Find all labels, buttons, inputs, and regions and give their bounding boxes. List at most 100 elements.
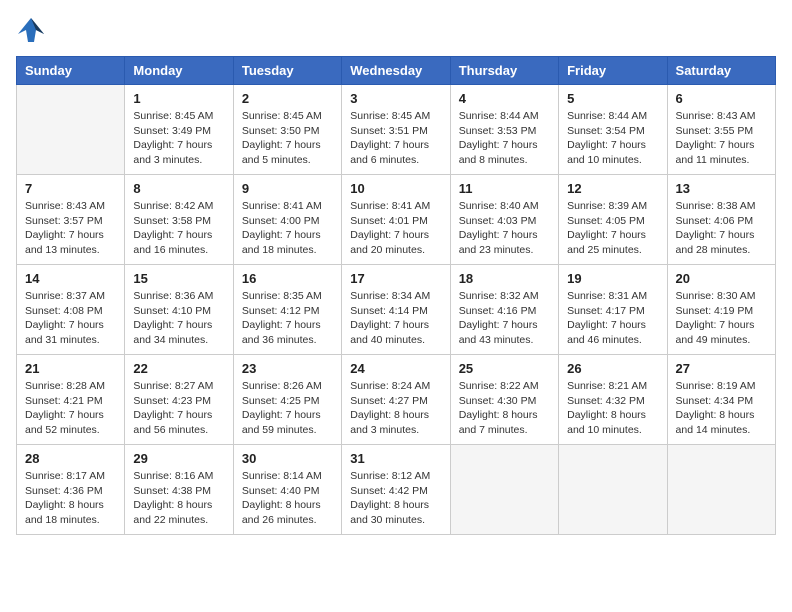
calendar-cell: 19Sunrise: 8:31 AM Sunset: 4:17 PM Dayli… [559,265,667,355]
day-number: 6 [676,91,767,106]
logo-icon [16,16,46,44]
week-row-2: 7 Sunrise: 8:43 AM Sunset: 3:57 PM Daylig… [17,175,776,265]
week-row-5: 28Sunrise: 8:17 AM Sunset: 4:36 PM Dayli… [17,445,776,535]
calendar-cell: 18 Sunrise: 8:32 AM Sunset: 4:16 PM Dayli… [450,265,558,355]
day-info: Sunrise: 8:24 AM Sunset: 4:27 PM Dayligh… [350,379,441,438]
calendar-cell [450,445,558,535]
day-number: 17 [350,271,441,286]
calendar-cell: 9 Sunrise: 8:41 AM Sunset: 4:00 PM Daylig… [233,175,341,265]
day-number: 1 [133,91,224,106]
day-info: Sunrise: 8:43 AM Sunset: 3:55 PM Dayligh… [676,109,767,168]
calendar-cell: 15 Sunrise: 8:36 AM Sunset: 4:10 PM Dayli… [125,265,233,355]
day-number: 23 [242,361,333,376]
day-number: 18 [459,271,550,286]
day-number: 27 [676,361,767,376]
day-info: Sunrise: 8:37 AM Sunset: 4:08 PM Dayligh… [25,289,116,348]
day-number: 19 [567,271,658,286]
weekday-header-tuesday: Tuesday [233,57,341,85]
day-number: 26 [567,361,658,376]
day-info: Sunrise: 8:34 AM Sunset: 4:14 PM Dayligh… [350,289,441,348]
page-header [16,16,776,44]
calendar-cell: 12 Sunrise: 8:39 AM Sunset: 4:05 PM Dayli… [559,175,667,265]
calendar-cell: 31 Sunrise: 8:12 AM Sunset: 4:42 PM Dayli… [342,445,450,535]
day-info: Sunrise: 8:38 AM Sunset: 4:06 PM Dayligh… [676,199,767,258]
calendar-cell: 24 Sunrise: 8:24 AM Sunset: 4:27 PM Dayli… [342,355,450,445]
weekday-header-sunday: Sunday [17,57,125,85]
day-number: 13 [676,181,767,196]
day-number: 10 [350,181,441,196]
day-number: 14 [25,271,116,286]
day-number: 16 [242,271,333,286]
day-number: 21 [25,361,116,376]
week-row-1: 1 Sunrise: 8:45 AM Sunset: 3:49 PM Daylig… [17,85,776,175]
calendar-cell: 25Sunrise: 8:22 AM Sunset: 4:30 PM Dayli… [450,355,558,445]
calendar-cell [667,445,775,535]
day-info: Sunrise: 8:42 AM Sunset: 3:58 PM Dayligh… [133,199,224,258]
calendar-cell: 20 Sunrise: 8:30 AM Sunset: 4:19 PM Dayli… [667,265,775,355]
day-number: 7 [25,181,116,196]
day-info: Sunrise: 8:12 AM Sunset: 4:42 PM Dayligh… [350,469,441,528]
day-info: Sunrise: 8:36 AM Sunset: 4:10 PM Dayligh… [133,289,224,348]
week-row-4: 21 Sunrise: 8:28 AM Sunset: 4:21 PM Dayli… [17,355,776,445]
calendar-cell: 17 Sunrise: 8:34 AM Sunset: 4:14 PM Dayli… [342,265,450,355]
calendar-table: SundayMondayTuesdayWednesdayThursdayFrid… [16,56,776,535]
calendar-cell: 10 Sunrise: 8:41 AM Sunset: 4:01 PM Dayli… [342,175,450,265]
weekday-header-saturday: Saturday [667,57,775,85]
day-info: Sunrise: 8:39 AM Sunset: 4:05 PM Dayligh… [567,199,658,258]
day-number: 22 [133,361,224,376]
day-info: Sunrise: 8:40 AM Sunset: 4:03 PM Dayligh… [459,199,550,258]
calendar-cell [17,85,125,175]
day-number: 5 [567,91,658,106]
weekday-header-friday: Friday [559,57,667,85]
calendar-cell: 7 Sunrise: 8:43 AM Sunset: 3:57 PM Daylig… [17,175,125,265]
calendar-cell: 13 Sunrise: 8:38 AM Sunset: 4:06 PM Dayli… [667,175,775,265]
day-info: Sunrise: 8:16 AM Sunset: 4:38 PM Dayligh… [133,469,224,528]
day-info: Sunrise: 8:21 AM Sunset: 4:32 PM Dayligh… [567,379,658,438]
weekday-header-wednesday: Wednesday [342,57,450,85]
calendar-cell: 27 Sunrise: 8:19 AM Sunset: 4:34 PM Dayli… [667,355,775,445]
day-info: Sunrise: 8:22 AM Sunset: 4:30 PM Dayligh… [459,379,550,438]
calendar-cell: 29Sunrise: 8:16 AM Sunset: 4:38 PM Dayli… [125,445,233,535]
day-info: Sunrise: 8:27 AM Sunset: 4:23 PM Dayligh… [133,379,224,438]
day-info: Sunrise: 8:41 AM Sunset: 4:01 PM Dayligh… [350,199,441,258]
day-info: Sunrise: 8:32 AM Sunset: 4:16 PM Dayligh… [459,289,550,348]
calendar-cell: 30 Sunrise: 8:14 AM Sunset: 4:40 PM Dayli… [233,445,341,535]
calendar-cell: 6 Sunrise: 8:43 AM Sunset: 3:55 PM Daylig… [667,85,775,175]
weekday-header-thursday: Thursday [450,57,558,85]
day-info: Sunrise: 8:17 AM Sunset: 4:36 PM Dayligh… [25,469,116,528]
calendar-cell: 14 Sunrise: 8:37 AM Sunset: 4:08 PM Dayli… [17,265,125,355]
calendar-cell: 28Sunrise: 8:17 AM Sunset: 4:36 PM Dayli… [17,445,125,535]
calendar-cell [559,445,667,535]
day-number: 15 [133,271,224,286]
day-number: 12 [567,181,658,196]
day-info: Sunrise: 8:19 AM Sunset: 4:34 PM Dayligh… [676,379,767,438]
calendar-cell: 21 Sunrise: 8:28 AM Sunset: 4:21 PM Dayli… [17,355,125,445]
day-number: 20 [676,271,767,286]
day-number: 8 [133,181,224,196]
day-info: Sunrise: 8:41 AM Sunset: 4:00 PM Dayligh… [242,199,333,258]
weekday-header-row: SundayMondayTuesdayWednesdayThursdayFrid… [17,57,776,85]
weekday-header-monday: Monday [125,57,233,85]
day-number: 31 [350,451,441,466]
day-info: Sunrise: 8:45 AM Sunset: 3:49 PM Dayligh… [133,109,224,168]
calendar-cell: 3 Sunrise: 8:45 AM Sunset: 3:51 PM Daylig… [342,85,450,175]
day-number: 30 [242,451,333,466]
day-number: 9 [242,181,333,196]
day-info: Sunrise: 8:26 AM Sunset: 4:25 PM Dayligh… [242,379,333,438]
day-info: Sunrise: 8:44 AM Sunset: 3:53 PM Dayligh… [459,109,550,168]
day-number: 11 [459,181,550,196]
calendar-cell: 5 Sunrise: 8:44 AM Sunset: 3:54 PM Daylig… [559,85,667,175]
calendar-cell: 26 Sunrise: 8:21 AM Sunset: 4:32 PM Dayli… [559,355,667,445]
day-info: Sunrise: 8:14 AM Sunset: 4:40 PM Dayligh… [242,469,333,528]
calendar-cell: 4Sunrise: 8:44 AM Sunset: 3:53 PM Daylig… [450,85,558,175]
calendar-cell: 22 Sunrise: 8:27 AM Sunset: 4:23 PM Dayli… [125,355,233,445]
day-info: Sunrise: 8:45 AM Sunset: 3:51 PM Dayligh… [350,109,441,168]
day-number: 3 [350,91,441,106]
day-info: Sunrise: 8:28 AM Sunset: 4:21 PM Dayligh… [25,379,116,438]
day-info: Sunrise: 8:45 AM Sunset: 3:50 PM Dayligh… [242,109,333,168]
day-number: 24 [350,361,441,376]
day-info: Sunrise: 8:44 AM Sunset: 3:54 PM Dayligh… [567,109,658,168]
day-info: Sunrise: 8:43 AM Sunset: 3:57 PM Dayligh… [25,199,116,258]
calendar-cell: 11 Sunrise: 8:40 AM Sunset: 4:03 PM Dayli… [450,175,558,265]
day-info: Sunrise: 8:30 AM Sunset: 4:19 PM Dayligh… [676,289,767,348]
